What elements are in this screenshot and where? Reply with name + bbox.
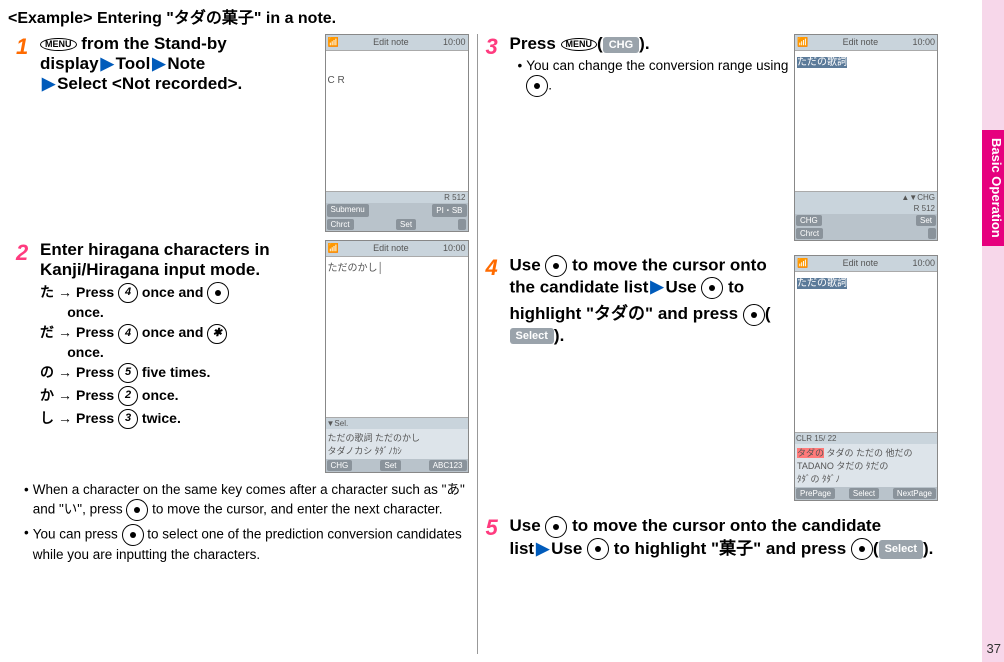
right-column: 3 Press MENU(CHG). •You can change the c… xyxy=(478,34,947,654)
phone3-title: Edit note xyxy=(843,37,879,48)
phone-screenshot-2: 📶Edit note10:00 ただのかし│ ▼Sel. ただの歌詞 ただのかし… xyxy=(325,240,469,473)
nav-all-icon xyxy=(587,538,609,560)
key-star-icon: ✱ xyxy=(207,324,227,344)
select-softkey-icon: Select xyxy=(510,328,554,344)
columns: 1 MENU from the Stand-by display▶Tool▶No… xyxy=(8,34,946,654)
step-3-note: •You can change the conversion range usi… xyxy=(518,57,791,97)
menu-button-icon: MENU xyxy=(40,38,77,51)
step-5: 5 Use to move the cursor onto the candid… xyxy=(486,515,939,561)
side-tab: Basic Operation xyxy=(982,0,1004,662)
phone1-screen: C R xyxy=(326,50,468,192)
step-4: 4 Use to move the cursor onto the candid… xyxy=(486,255,939,501)
select-softkey-icon: Select xyxy=(879,540,923,559)
nav-all-icon xyxy=(701,277,723,299)
nav-lr-icon xyxy=(526,75,548,97)
nav-right-icon xyxy=(207,282,229,304)
step-number-1: 1 xyxy=(16,34,40,60)
chg-softkey-icon: CHG xyxy=(603,37,639,53)
phone2-sel: ▼Sel. xyxy=(326,418,468,429)
phone3-status: R 512 xyxy=(795,203,937,214)
arrow-icon: ▶ xyxy=(536,539,549,558)
step-3: 3 Press MENU(CHG). •You can change the c… xyxy=(486,34,939,241)
phone2-title: Edit note xyxy=(373,243,409,254)
key-5-icon: 5 xyxy=(118,363,138,383)
phone3-screen: ただの歌詞 xyxy=(795,50,937,192)
kana-da: だ→Press 4 once and ✱ once. xyxy=(40,322,321,359)
step-1-instruction: MENU from the Stand-by display▶Tool▶Note… xyxy=(40,34,242,93)
kana-ta: た→Press 4 once and once. xyxy=(40,282,321,320)
step-2-heading: Enter hiragana characters in Kanji/Hirag… xyxy=(40,240,321,280)
phone-screenshot-4: 📶Edit note10:00 ただの歌詞 CLR 15/ 22 タダの タダの… xyxy=(794,255,938,501)
arrow-icon: ▶ xyxy=(152,54,165,73)
nav-center-icon xyxy=(743,304,765,326)
step-number-4: 4 xyxy=(486,255,510,281)
kana-no: の→Press 5 five times. xyxy=(40,362,321,383)
arrow-icon: ▶ xyxy=(101,54,114,73)
step-3-instruction: Press MENU(CHG). xyxy=(510,34,650,53)
page: <Example> Entering "タダの菓子" in a note. 1 … xyxy=(0,0,1004,662)
phone4-clr: CLR 15/ 22 xyxy=(795,433,937,444)
phone-screenshot-3: 📶Edit note10:00 ただの歌詞 ▲▼CHG R 512 CHGSet… xyxy=(794,34,938,241)
phone1-softkeys: SubmenuPI・SB xyxy=(326,203,468,218)
step-5-instruction: Use to move the cursor onto the candidat… xyxy=(510,515,939,561)
kana-shi: し→Press 3 twice. xyxy=(40,408,321,429)
key-3-icon: 3 xyxy=(118,409,138,429)
step-number-3: 3 xyxy=(486,34,510,60)
page-number: 37 xyxy=(987,641,1001,656)
left-column: 1 MENU from the Stand-by display▶Tool▶No… xyxy=(8,34,477,654)
kana-ka: か→Press 2 once. xyxy=(40,385,321,406)
menu-button-icon: MENU xyxy=(561,38,598,51)
step-number-5: 5 xyxy=(486,515,510,561)
example-title: <Example> Entering "タダの菓子" in a note. xyxy=(8,4,946,28)
content-area: <Example> Entering "タダの菓子" in a note. 1 … xyxy=(0,0,974,662)
s1-select: Select <Not recorded>. xyxy=(57,74,242,93)
phone1-status: R 512 xyxy=(326,192,468,203)
phone2-candidates: ただの歌詞 ただのかし タダノカシ ﾀﾀﾞﾉｶｼ xyxy=(326,429,468,459)
nav-down-icon xyxy=(122,524,144,546)
step-2-note-2: •You can press to select one of the pred… xyxy=(24,524,469,564)
arrow-icon: ▶ xyxy=(42,74,55,93)
key-4-icon: 4 xyxy=(118,283,138,303)
key-4-icon: 4 xyxy=(118,324,138,344)
phone3-mode: ▲▼CHG xyxy=(795,192,937,203)
s1-note: Note xyxy=(167,54,205,73)
step-3-text: Press MENU(CHG). •You can change the con… xyxy=(510,34,791,100)
arrow-icon: ▶ xyxy=(650,277,663,296)
phone2-screen: ただのかし│ xyxy=(326,256,468,418)
step-1-text: MENU from the Stand-by display▶Tool▶Note… xyxy=(40,34,321,94)
key-2-icon: 2 xyxy=(118,386,138,406)
phone-screenshot-1: 📶Edit note10:00 C R R 512 SubmenuPI・SB C… xyxy=(325,34,469,232)
nav-right-icon xyxy=(126,499,148,521)
step-number-2: 2 xyxy=(16,240,40,266)
nav-center-icon xyxy=(851,538,873,560)
phone4-candidates: タダの タダの ただの 他だの TADANO タだの ﾀだの ﾀﾀﾞの ﾀﾀﾞﾉ xyxy=(795,444,937,487)
step-4-instruction: Use to move the cursor onto the candidat… xyxy=(510,255,791,346)
side-tab-label: Basic Operation xyxy=(982,130,1004,246)
nav-down-icon xyxy=(545,255,567,277)
step-2-note-1: •When a character on the same key comes … xyxy=(24,481,469,521)
phone1-title: Edit note xyxy=(373,37,409,48)
nav-down-icon xyxy=(545,516,567,538)
step-2-text: Enter hiragana characters in Kanji/Hirag… xyxy=(40,240,321,431)
step-2: 2 Enter hiragana characters in Kanji/Hir… xyxy=(16,240,469,473)
s1-tool: Tool xyxy=(116,54,151,73)
step-1: 1 MENU from the Stand-by display▶Tool▶No… xyxy=(16,34,469,232)
phone4-title: Edit note xyxy=(843,258,879,269)
phone4-screen: ただの歌詞 xyxy=(795,271,937,433)
